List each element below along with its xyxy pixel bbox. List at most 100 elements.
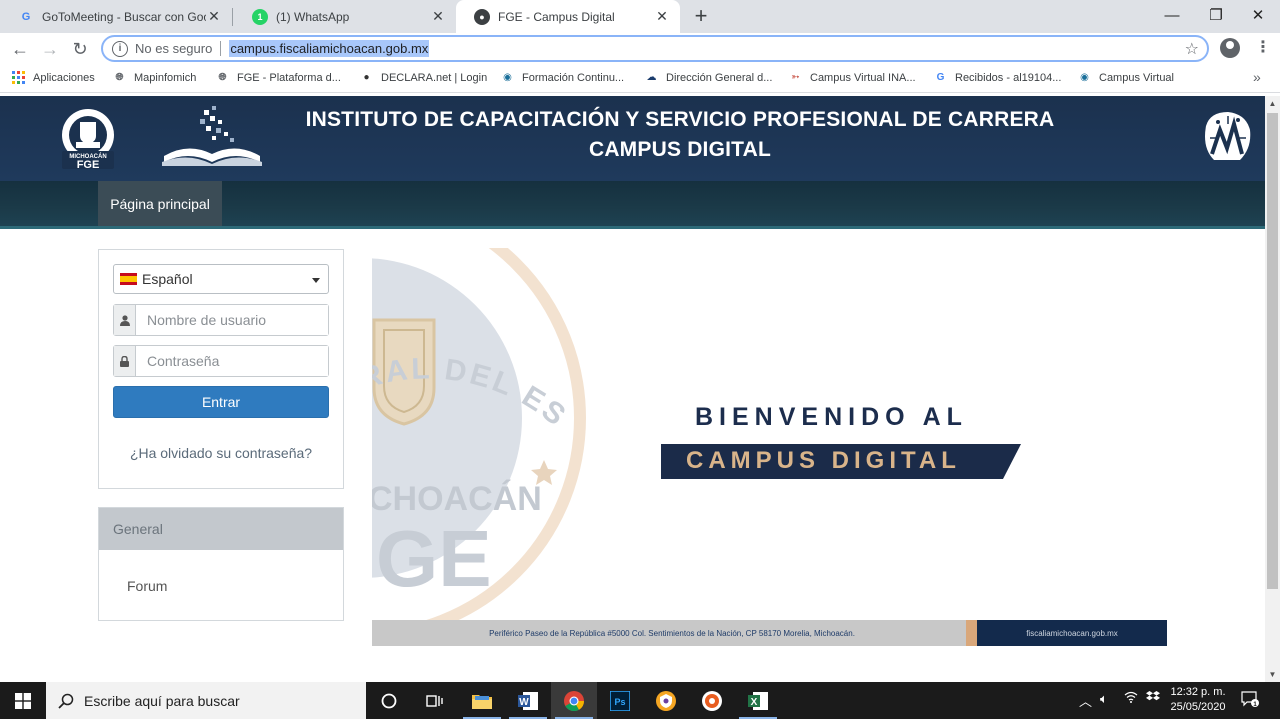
svg-text:W: W	[519, 697, 529, 708]
vertical-scrollbar[interactable]: ▲ ▼	[1265, 96, 1280, 682]
security-label: No es seguro	[135, 41, 213, 56]
minimize-button[interactable]: —	[1150, 0, 1194, 30]
address-bar[interactable]: i No es seguro campus.fiscaliamichoacan.…	[101, 35, 1209, 62]
logo-text: FGE	[77, 159, 100, 170]
new-tab-button[interactable]: +	[690, 3, 712, 29]
bookmark-campus-virtual-ina[interactable]: ➳ Campus Virtual INA...	[789, 71, 916, 84]
photoshop-button[interactable]: Ps	[597, 682, 643, 719]
fge-logo-icon[interactable]: MICHOACÁN FGE	[54, 108, 122, 170]
bookmark-mapinfomich[interactable]: 🌐︎ Mapinfomich	[113, 71, 197, 84]
windows-logo-icon	[15, 692, 31, 709]
tab-whatsapp[interactable]: 1 (1) WhatsApp ✕	[234, 0, 456, 33]
clock-date: 25/05/2020	[1170, 701, 1226, 713]
excel-button[interactable]: X	[735, 682, 781, 719]
forward-button[interactable]: →	[39, 38, 61, 60]
close-icon[interactable]: ✕	[654, 8, 670, 25]
bookmarks-bar: Aplicaciones 🌐︎ Mapinfomich 🌐︎ FGE - Pla…	[0, 65, 1280, 93]
chrome-button[interactable]	[551, 682, 597, 719]
bookmark-label: Formación Continu...	[522, 71, 625, 84]
profile-icon[interactable]	[1220, 38, 1240, 58]
bookmark-direccion-general[interactable]: ☁ Dirección General d...	[645, 71, 773, 84]
scroll-down-icon[interactable]: ▼	[1265, 667, 1280, 682]
bookmark-formacion[interactable]: ◉ Formación Continu...	[501, 71, 624, 84]
moodle-icon: ◉	[1080, 72, 1089, 83]
chevron-up-icon[interactable]: ︿	[1079, 691, 1092, 710]
user-icon	[114, 305, 136, 335]
username-input[interactable]	[136, 305, 328, 335]
lock-icon	[114, 346, 136, 376]
tab-campus-digital[interactable]: ● FGE - Campus Digital ✕	[456, 0, 680, 33]
spain-flag-icon	[120, 273, 137, 285]
close-icon[interactable]: ✕	[206, 8, 222, 25]
site-title-line2: CAMPUS DIGITAL	[588, 138, 772, 161]
tab-title: FGE - Campus Digital	[498, 9, 615, 24]
scroll-up-icon[interactable]: ▲	[1265, 96, 1280, 111]
window-close-button[interactable]: ✕	[1236, 0, 1280, 30]
taskbar-search[interactable]: Escribe aquí para buscar	[46, 682, 366, 719]
task-view-button[interactable]	[412, 682, 458, 719]
nav-home[interactable]: Página principal	[98, 181, 222, 226]
wifi-icon[interactable]	[1124, 691, 1138, 706]
login-button[interactable]: Entrar	[113, 386, 329, 418]
svg-text:X: X	[751, 697, 758, 708]
back-button[interactable]: ←	[9, 38, 31, 60]
chrome-icon	[564, 690, 585, 711]
forum-link[interactable]: Forum	[127, 578, 167, 594]
scrollbar-thumb[interactable]	[1267, 113, 1278, 589]
search-placeholder: Escribe aquí para buscar	[84, 692, 240, 709]
footer-accent	[966, 620, 977, 646]
welcome-banner: ERAL DEL ESTADO CHOACÁN GE BIENVENIDO AL…	[372, 248, 1167, 646]
vpn-button[interactable]	[643, 682, 689, 719]
close-icon[interactable]: ✕	[430, 8, 446, 25]
website-text: fiscaliamichoacan.gob.mx	[977, 620, 1167, 646]
general-heading: General	[99, 508, 343, 550]
menu-icon[interactable]: ⋮	[1255, 37, 1271, 57]
word-button[interactable]: W	[505, 682, 551, 719]
general-panel: General Forum	[98, 507, 344, 621]
excel-icon: X	[748, 691, 768, 710]
bookmark-campus-virtual[interactable]: ◉ Campus Virtual	[1078, 71, 1174, 84]
bookmark-fge-plataforma[interactable]: 🌐︎ FGE - Plataforma d...	[216, 71, 341, 84]
info-icon[interactable]: i	[112, 40, 128, 57]
url-text[interactable]: campus.fiscaliamichoacan.gob.mx	[229, 40, 430, 57]
bookmark-apps[interactable]: Aplicaciones	[12, 71, 95, 84]
tab-divider	[232, 8, 233, 26]
clock-time: 12:32 p. m.	[1170, 686, 1226, 698]
media-player-button[interactable]	[689, 682, 735, 719]
forgot-password-link[interactable]: ¿Ha olvidado su contraseña?	[99, 445, 343, 461]
tab-title: (1) WhatsApp	[276, 9, 350, 24]
reload-button[interactable]: ↻	[69, 38, 91, 60]
password-input[interactable]	[136, 346, 328, 376]
watermark-state: CHOACÁN	[372, 480, 542, 518]
cortana-icon	[381, 693, 397, 708]
bookmark-star-icon[interactable]: ☆	[1185, 39, 1199, 59]
cortana-button[interactable]	[366, 682, 412, 719]
omnibox-divider	[220, 41, 222, 56]
restore-button[interactable]: ❐	[1194, 0, 1238, 30]
file-explorer-button[interactable]	[459, 682, 505, 719]
address-text: Periférico Paseo de la República #5000 C…	[489, 628, 855, 638]
apps-grid-icon	[12, 71, 25, 84]
bookmark-recibidos[interactable]: G Recibidos - al19104...	[934, 71, 1062, 84]
disc-icon	[702, 690, 722, 711]
notifications-icon[interactable]: 1	[1241, 690, 1259, 711]
bookmark-declara[interactable]: ● DECLARA.net | Login	[360, 71, 487, 84]
tab-title: GoToMeeting - Buscar con Google	[42, 9, 206, 24]
site-title: INSTITUTO DE CAPACITACIÓN Y SERVICIO PRO…	[290, 105, 1070, 165]
globe-icon: 🌐︎	[218, 72, 227, 83]
cloud-icon: ☁	[646, 72, 657, 83]
dropbox-icon[interactable]	[1146, 691, 1160, 706]
moodle-icon: ●	[474, 8, 490, 25]
start-button[interactable]	[0, 682, 46, 719]
bookmark-label: Campus Virtual INA...	[810, 71, 916, 84]
arrow-logo-icon: ➳	[791, 72, 800, 83]
welcome-line1: BIENVENIDO AL	[695, 403, 968, 431]
volume-icon[interactable]: 🔈︎	[1100, 691, 1108, 707]
declara-icon: ●	[363, 72, 370, 83]
more-bookmarks-icon[interactable]: »	[1253, 69, 1261, 85]
system-clock[interactable]: 12:32 p. m. 25/05/2020	[1166, 685, 1230, 715]
tab-google-search[interactable]: G GoToMeeting - Buscar con Google ✕	[0, 0, 232, 33]
moodle-icon: ◉	[503, 72, 512, 83]
language-select[interactable]: Español	[113, 264, 329, 294]
language-label: Español	[142, 271, 193, 287]
